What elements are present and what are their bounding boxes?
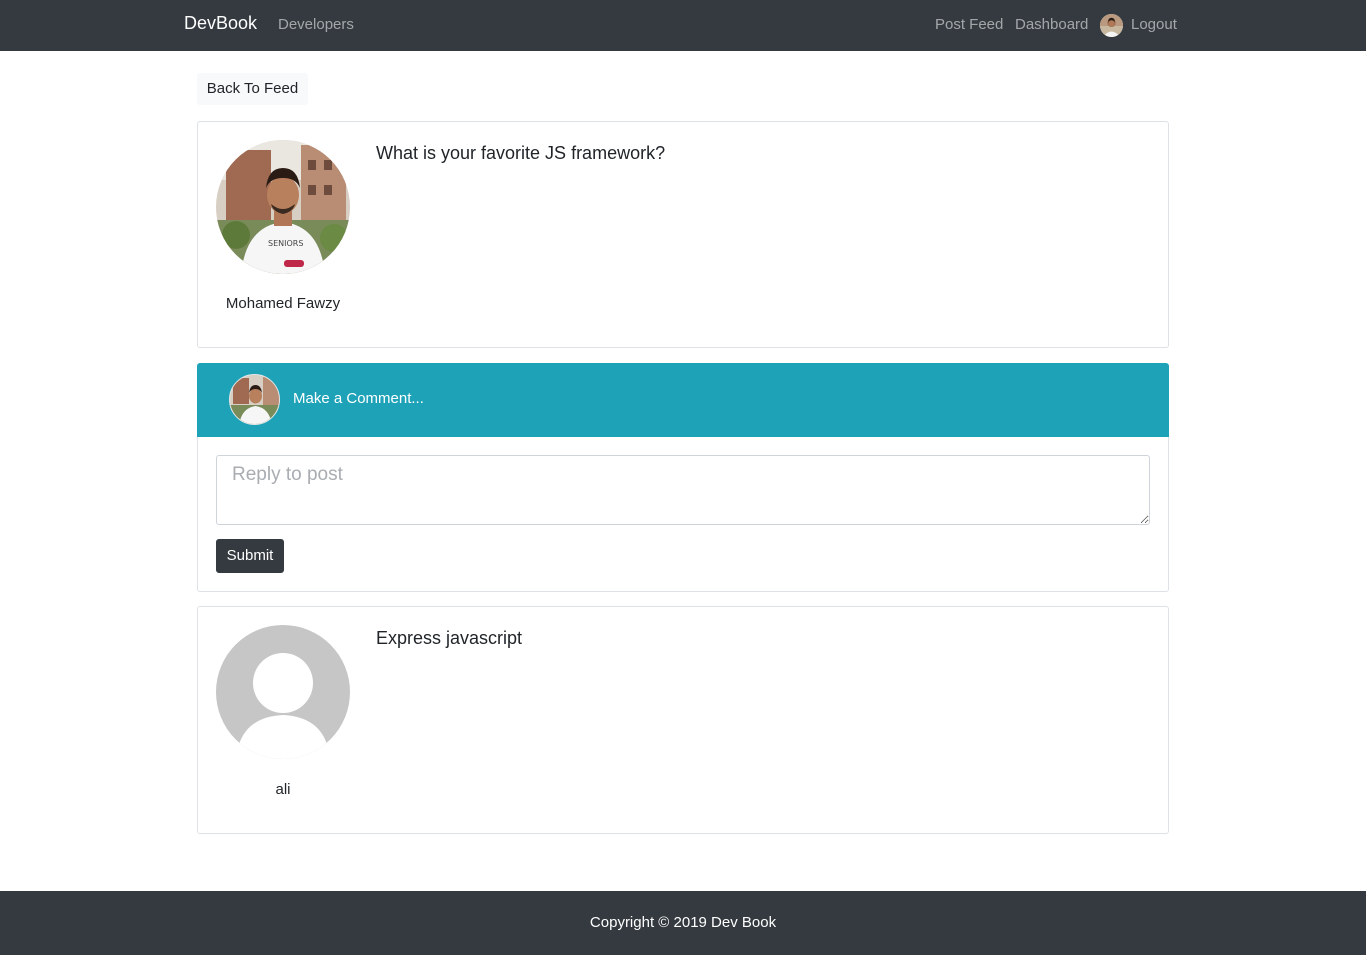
user-avatar xyxy=(1100,14,1123,37)
comment-author-name: ali xyxy=(275,781,291,798)
post-author-name: Mohamed Fawzy xyxy=(225,295,341,312)
brand-link[interactable]: DevBook xyxy=(184,13,257,34)
comment-author-avatar[interactable] xyxy=(216,625,350,759)
nav-post-feed-link[interactable]: Post Feed xyxy=(935,16,1003,33)
copyright-text: Copyright © 2019 Dev Book xyxy=(589,914,777,931)
back-to-feed-button[interactable]: Back To Feed xyxy=(197,73,308,105)
nav-developers-link[interactable]: Developers xyxy=(278,16,354,33)
navbar: DevBook Developers Post Feed Dashboard L… xyxy=(0,0,1366,51)
submit-button[interactable]: Submit xyxy=(216,539,284,573)
nav-logout-link[interactable]: Logout xyxy=(1131,16,1177,33)
comment-card: ali Express javascript xyxy=(197,606,1169,834)
comment-form-header: Make a Comment... xyxy=(197,363,1169,437)
svg-text:SENIORS: SENIORS xyxy=(268,239,303,248)
post-card: SENIORS Mohamed Fawzy What is your favor… xyxy=(197,121,1169,348)
reply-textarea[interactable] xyxy=(216,455,1150,525)
comment-form: Submit xyxy=(197,437,1169,592)
post-text: What is your favorite JS framework? xyxy=(376,143,666,163)
comment-text: Express javascript xyxy=(376,628,523,648)
post-author-avatar[interactable]: SENIORS xyxy=(216,140,350,274)
footer: Copyright © 2019 Dev Book xyxy=(0,891,1366,955)
nav-dashboard-link[interactable]: Dashboard xyxy=(1015,16,1088,33)
commenter-avatar xyxy=(229,374,280,425)
comment-form-title: Make a Comment... xyxy=(293,390,424,407)
